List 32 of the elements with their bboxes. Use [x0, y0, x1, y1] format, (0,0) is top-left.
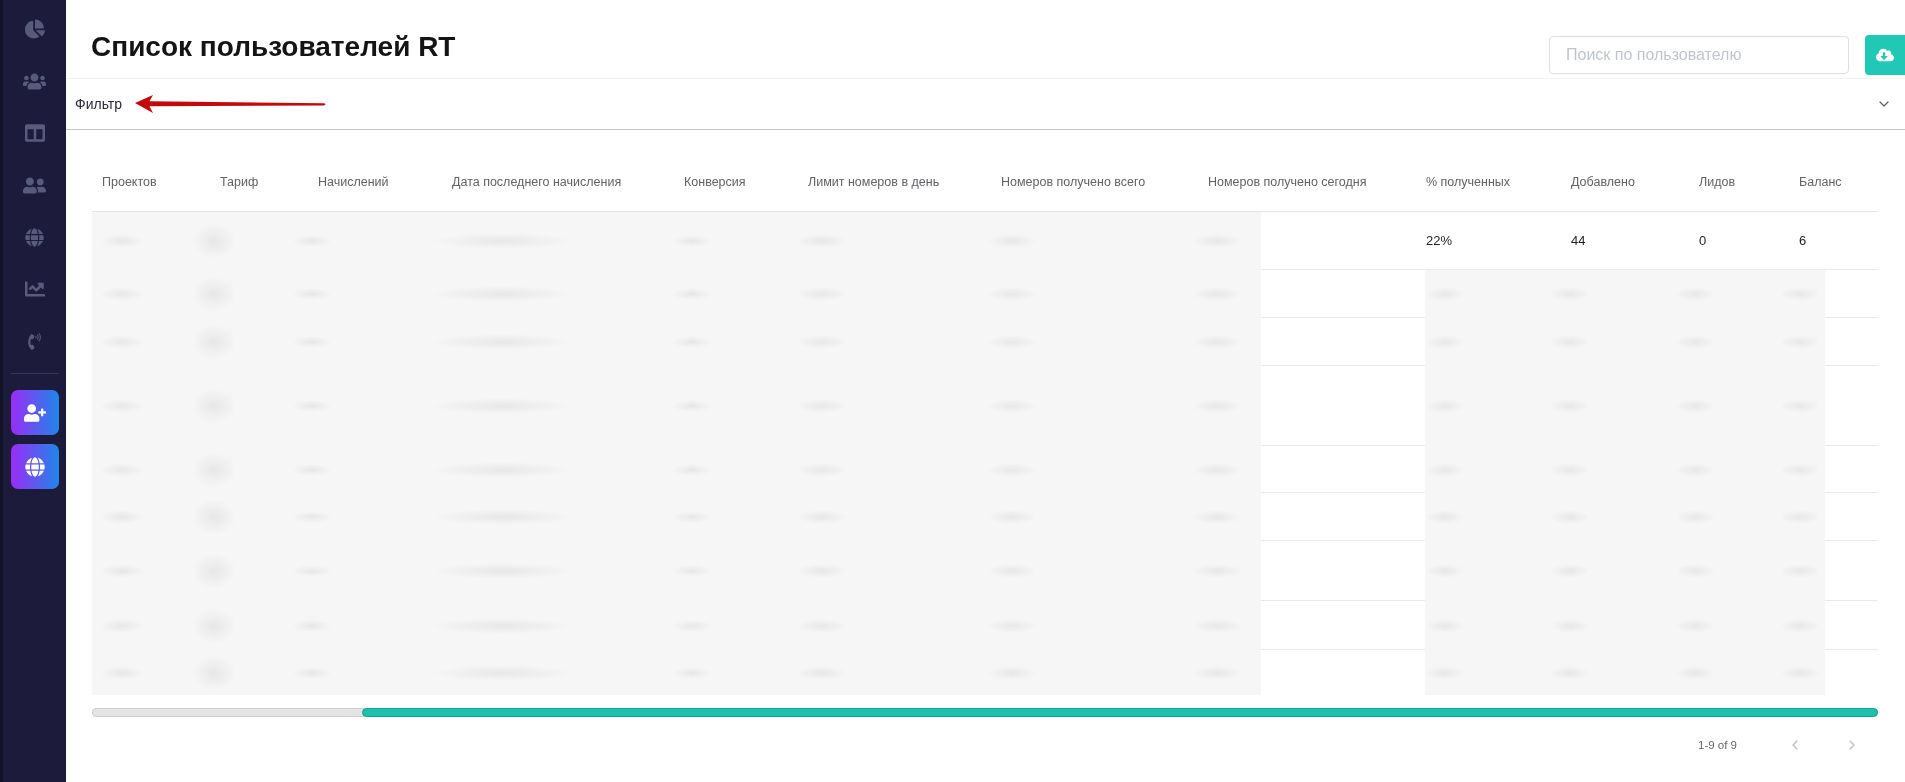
column-header: Лидов: [1698, 174, 1737, 189]
pie-chart-icon[interactable]: [24, 19, 45, 39]
user-plus-icon: [23, 401, 46, 424]
page-title: Список пользователей RT: [91, 30, 457, 64]
column-header: Проектов: [101, 174, 158, 189]
column-header: Номеров получено всего: [1000, 174, 1147, 189]
column-header: Добавлено: [1570, 174, 1636, 189]
column-header: Лимит номеров в день: [807, 174, 941, 189]
scrollbar-thumb[interactable]: [361, 708, 1878, 717]
table-cell-text: 0: [1698, 233, 1708, 248]
column-header: Дата последнего начисления: [451, 174, 623, 189]
page-range: 1-9 of 9: [1698, 739, 1737, 751]
globe-icon[interactable]: [25, 227, 44, 247]
phone-icon[interactable]: [26, 332, 43, 350]
globe-button[interactable]: [10, 444, 59, 489]
search-field[interactable]: Поиск по пользователю: [1549, 36, 1849, 74]
table-cell-text: 6: [1798, 233, 1808, 248]
add-user-button[interactable]: [10, 390, 59, 435]
cloud-download-icon: [1876, 46, 1894, 64]
table-cell-text: 44: [1570, 233, 1587, 248]
column-header: Начислений: [317, 174, 390, 189]
table-cell-text: 22%: [1425, 233, 1454, 248]
download-button[interactable]: [1865, 35, 1905, 75]
column-header: Тариф: [219, 174, 260, 189]
columns-icon[interactable]: [24, 123, 45, 143]
globe-icon: [24, 456, 45, 477]
column-header: % полученных: [1425, 174, 1512, 189]
line-chart-icon[interactable]: [24, 279, 45, 299]
column-header: Номеров получено сегодня: [1207, 174, 1368, 189]
column-header: Баланс: [1798, 174, 1843, 189]
filter-toggle[interactable]: Фильтр: [75, 96, 123, 112]
column-header: Конверсия: [683, 174, 747, 189]
